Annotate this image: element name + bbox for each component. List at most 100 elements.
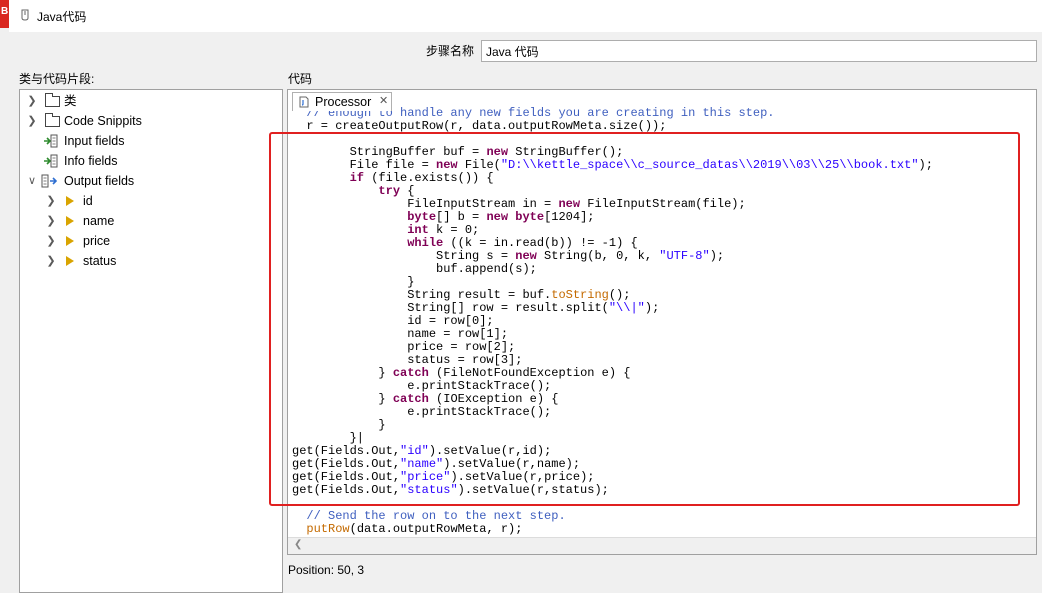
code-token: price = row[2]; [292, 340, 516, 354]
code-token: "UTF-8" [659, 249, 710, 263]
code-token: byte [515, 210, 545, 224]
tree-item-label: Output fields [64, 174, 135, 188]
code-token: [] b = [436, 210, 487, 224]
chevron-right-icon[interactable]: ❯ [45, 231, 57, 251]
code-token: ).setValue(r,price); [450, 470, 595, 484]
code-token: new [436, 158, 458, 172]
code-token: e.printStackTrace(); [292, 405, 552, 419]
side-badge: B [1, 6, 9, 17]
code-token: putRow [306, 522, 350, 536]
scroll-left-icon[interactable]: ❮ [294, 539, 302, 550]
tree-item-code-snippits[interactable]: ❯ Code Snippits [26, 111, 276, 131]
tree-item-output-name[interactable]: ❯ name [45, 211, 275, 231]
code-token: catch [392, 392, 429, 406]
tree-item-output-fields[interactable]: ∨ Output fields [26, 171, 276, 191]
code-token: ).setValue(r,id); [428, 444, 552, 458]
java-step-icon [21, 9, 29, 21]
field-icon [66, 216, 74, 226]
output-fields-icon [41, 174, 57, 188]
code-line[interactable]: e.printStackTrace(); [288, 406, 1036, 419]
code-token: String result = buf. [292, 288, 552, 302]
tree-item-classes[interactable]: ❯ 类 [26, 91, 276, 111]
code-token: get(Fields.Out, [292, 457, 401, 471]
tree-item-label: Info fields [64, 154, 118, 168]
tree-item-label: price [83, 234, 111, 248]
chevron-right-icon[interactable]: ❯ [45, 251, 57, 271]
code-token: String(b, 0, k, [536, 249, 660, 263]
code-token: ((k = in.read(b)) != -1) { [443, 236, 638, 250]
tree-item-label: status [83, 254, 117, 268]
code-token: int [407, 223, 429, 237]
code-token: "name" [400, 457, 444, 471]
code-token: ); [644, 301, 660, 315]
code-token: "\\|" [608, 301, 645, 315]
tab-processor[interactable]: Processor ✕ [292, 92, 392, 111]
code-token: ).setValue(r,name); [443, 457, 581, 471]
chevron-right-icon[interactable]: ❯ [26, 91, 38, 111]
code-token: // Send the row on to the next step. [292, 509, 566, 523]
field-icon [66, 256, 74, 266]
chevron-right-icon[interactable]: ❯ [26, 111, 38, 131]
cursor-position: Position: 50, 3 [288, 563, 365, 577]
code-token: new [486, 145, 509, 159]
code-token: e.printStackTrace(); [292, 379, 552, 393]
folder-icon [45, 93, 60, 107]
tree-item-label: Code Snippits [64, 114, 142, 128]
code-token: (IOException e) { [428, 392, 559, 406]
code-text[interactable]: // enough to handle any new fields you a… [288, 107, 1036, 536]
window-titlebar: Java代码 [9, 0, 1042, 32]
code-token: get(Fields.Out, [292, 444, 401, 458]
tree-item-label: name [83, 214, 115, 228]
code-label: 代码 [288, 72, 313, 86]
background-app-edge: B [0, 0, 9, 28]
code-token: File file = [292, 158, 437, 172]
window-title: Java代码 [37, 10, 87, 24]
code-token: name = row[1]; [292, 327, 509, 341]
tree-item-output-status[interactable]: ❯ status [45, 251, 275, 271]
code-token: (file.exists()) { [364, 171, 494, 185]
code-token: try [378, 184, 401, 198]
code-token: "price" [400, 470, 451, 484]
code-line[interactable]: putRow(data.outputRowMeta, r); [288, 523, 1036, 536]
code-line[interactable]: r = createOutputRow(r, data.outputRowMet… [288, 120, 1036, 133]
chevron-down-icon[interactable]: ∨ [26, 171, 38, 191]
classes-snippets-label: 类与代码片段: [19, 72, 95, 86]
code-token: FileInputStream(file); [580, 197, 746, 211]
code-line[interactable]: } [288, 419, 1036, 432]
code-token: new [558, 197, 581, 211]
code-token: get(Fields.Out, [292, 470, 401, 484]
code-editor[interactable]: Processor ✕ // enough to handle any new … [287, 89, 1037, 555]
code-token: catch [392, 366, 429, 380]
code-token: } [292, 418, 386, 432]
code-token: }| [292, 431, 365, 445]
field-icon [66, 236, 74, 246]
tree-item-label: 类 [64, 94, 77, 108]
snippets-tree[interactable]: ❯ 类 ❯ Code Snippits Input fields Info fi… [19, 89, 283, 593]
close-icon[interactable]: ✕ [379, 94, 388, 107]
tree-item-output-id[interactable]: ❯ id [45, 191, 275, 211]
tree-item-info-fields[interactable]: Info fields [26, 151, 276, 171]
code-token: "D:\\kettle_space\\c_source_datas\\2019\… [500, 158, 919, 172]
chevron-right-icon[interactable]: ❯ [45, 191, 57, 211]
tree-item-output-price[interactable]: ❯ price [45, 231, 275, 251]
code-line[interactable]: get(Fields.Out,"status").setValue(r,stat… [288, 484, 1036, 497]
step-name-input[interactable] [481, 40, 1037, 62]
code-token: File( [457, 158, 501, 172]
code-token: while [407, 236, 444, 250]
code-token: StringBuffer(); [508, 145, 624, 159]
code-token: (FileNotFoundException e) { [428, 366, 631, 380]
folder-icon [45, 113, 60, 127]
tree-item-input-fields[interactable]: Input fields [26, 131, 276, 151]
code-token: byte [407, 210, 437, 224]
code-token: (data.outputRowMeta, r); [349, 522, 523, 536]
horizontal-scrollbar[interactable]: ❮ [288, 537, 1036, 554]
code-token: } [292, 366, 393, 380]
tree-item-label: id [83, 194, 93, 208]
code-token: k = 0; [428, 223, 480, 237]
chevron-right-icon[interactable]: ❯ [45, 211, 57, 231]
java-file-icon [299, 96, 309, 108]
code-token: id = row[0]; [292, 314, 494, 328]
